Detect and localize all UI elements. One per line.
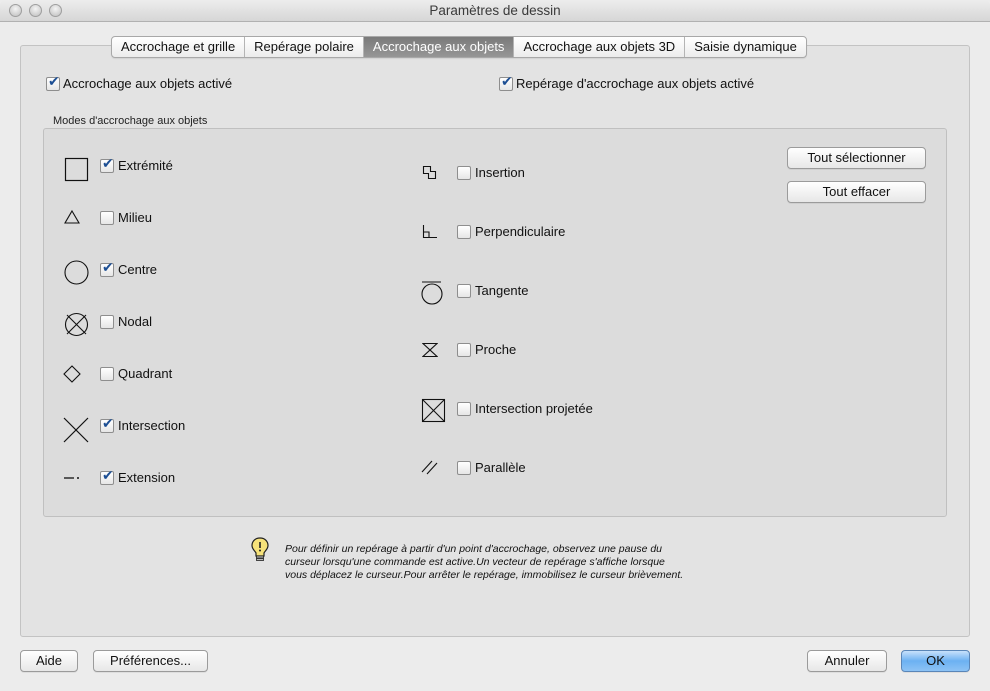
apparent-intersection-label: Intersection projetée	[475, 401, 593, 416]
osnap-on-label: Accrochage aux objets activé	[63, 76, 233, 91]
tab-snap-grid[interactable]: Accrochage et grille	[112, 37, 246, 57]
perpendicular-icon	[422, 225, 437, 239]
parallel-label: Parallèle	[475, 460, 526, 475]
center-checkbox[interactable]	[100, 260, 114, 277]
extension-label: Extension	[118, 470, 176, 485]
tab-bar: Accrochage et grille Repérage polaire Ac…	[111, 36, 807, 58]
tab-polar-tracking[interactable]: Repérage polaire	[245, 37, 364, 57]
perpendicular-checkbox[interactable]	[457, 225, 471, 239]
tangent-checkbox[interactable]	[457, 284, 471, 298]
nearest-checkbox[interactable]	[457, 343, 471, 357]
triangle-icon	[64, 209, 80, 224]
window-title: Paramètres de dessin	[429, 3, 561, 18]
help-button[interactable]: Aide	[20, 650, 78, 672]
diamond-icon	[63, 365, 81, 383]
insertion-icon	[422, 165, 437, 180]
drawing-settings-window: Paramètres de dessin Accrochage et grill…	[0, 0, 990, 691]
midpoint-checkbox[interactable]	[100, 211, 114, 225]
node-checkbox[interactable]	[100, 315, 114, 329]
intersection-checkbox[interactable]	[100, 416, 114, 433]
tab-object-snap[interactable]: Accrochage aux objets	[363, 37, 515, 57]
parallel-checkbox[interactable]	[457, 461, 471, 475]
hint-line-3: vous déplacez le curseur.Pour arrêter le…	[285, 569, 684, 581]
intersection-label: Intersection	[118, 418, 186, 433]
hourglass-icon	[422, 342, 438, 358]
circle-icon	[64, 260, 89, 285]
title-bar: Paramètres de dessin	[0, 0, 990, 22]
tangent-label: Tangente	[475, 283, 529, 298]
tracking-hint-text: Pour définir un repérage à partir d'un p…	[285, 543, 765, 582]
insertion-checkbox[interactable]	[457, 166, 471, 180]
preferences-button[interactable]: Préférences...	[93, 650, 208, 672]
center-label: Centre	[118, 262, 158, 277]
endpoint-label: Extrémité	[118, 158, 173, 173]
insertion-label: Insertion	[475, 165, 525, 180]
hint-line-2: curseur lorsqu'une commande est active.U…	[285, 556, 665, 568]
nearest-label: Proche	[475, 342, 517, 357]
ok-button[interactable]: OK	[901, 650, 970, 672]
modes-group-label: Modes d'accrochage aux objets	[53, 115, 208, 127]
apparent-intersection-checkbox[interactable]	[457, 402, 471, 416]
x-icon	[63, 417, 89, 443]
cancel-button[interactable]: Annuler	[807, 650, 887, 672]
boxed-x-icon	[421, 398, 446, 423]
dash-dot-icon	[64, 477, 79, 479]
endpoint-checkbox[interactable]	[100, 156, 114, 173]
parallel-icon	[421, 460, 438, 475]
select-all-button[interactable]: Tout sélectionner	[787, 147, 926, 169]
lightbulb-icon	[251, 537, 269, 561]
quadrant-label: Quadrant	[118, 366, 173, 381]
square-icon	[64, 157, 89, 182]
tangent-icon	[421, 281, 443, 305]
circle-x-icon	[64, 312, 89, 337]
osnap-on-checkbox[interactable]	[46, 74, 60, 91]
tab-dynamic-input[interactable]: Saisie dynamique	[685, 37, 806, 57]
osnap-tracking-label: Repérage d'accrochage aux objets activé	[516, 76, 755, 91]
quadrant-checkbox[interactable]	[100, 367, 114, 381]
midpoint-label: Milieu	[118, 210, 152, 225]
perpendicular-label: Perpendiculaire	[475, 224, 566, 239]
hint-line-1: Pour définir un repérage à partir d'un p…	[285, 543, 663, 555]
extension-checkbox[interactable]	[100, 468, 114, 485]
node-label: Nodal	[118, 314, 152, 329]
clear-all-button[interactable]: Tout effacer	[787, 181, 926, 203]
osnap-tracking-checkbox[interactable]	[499, 74, 513, 91]
tab-3d-object-snap[interactable]: Accrochage aux objets 3D	[514, 37, 686, 57]
